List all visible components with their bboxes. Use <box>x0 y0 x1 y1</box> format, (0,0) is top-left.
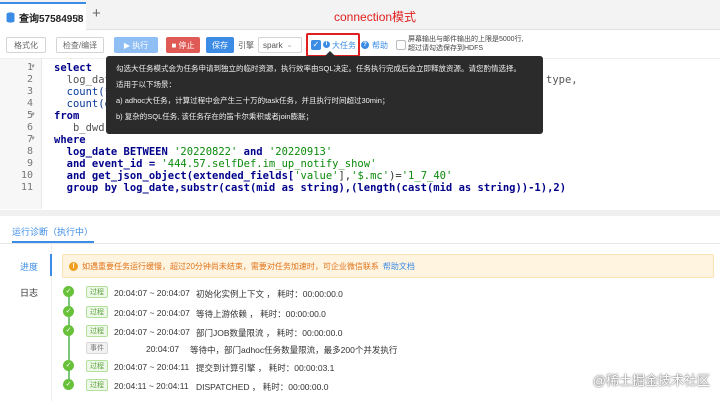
code-token: and event_id = <box>54 158 162 170</box>
tab-run-diagnosis[interactable]: 运行诊断（执行中） <box>12 225 93 238</box>
sidebar-item-progress[interactable]: 进度 <box>20 260 38 273</box>
log-tag: 过程 <box>86 306 108 318</box>
code-string: 'value' <box>294 170 339 182</box>
line-number: 8 <box>26 146 33 157</box>
sidebar-item-log[interactable]: 日志 <box>20 286 38 299</box>
log-tag: 过程 <box>86 325 108 337</box>
line-number: 4 <box>26 98 33 109</box>
help-icon[interactable]: ? <box>361 41 369 49</box>
bigtask-tooltip: 勾选大任务模式会为任务申请到独立的临时资源，执行效率由SQL决定。任务执行完成后… <box>106 56 543 134</box>
format-button[interactable]: 格式化 <box>6 37 46 53</box>
code-string: '1_7_40' <box>401 170 453 182</box>
database-icon <box>6 11 15 23</box>
add-tab-icon[interactable]: + <box>92 5 101 22</box>
close-icon[interactable]: × <box>74 12 80 23</box>
bigtask-checkbox[interactable]: ✓ <box>311 40 321 50</box>
log-time: 20:04:07 ~ 20:04:07 <box>114 288 190 298</box>
check-circle-icon: ✓ <box>63 379 74 390</box>
hdfs-checkbox[interactable] <box>396 40 406 50</box>
engine-label: 引擎 <box>238 41 254 50</box>
line-number: 10 <box>20 170 33 181</box>
fold-arrow-icon[interactable]: ▼ <box>30 112 36 118</box>
code-string: '444.57.selfDef.im_up_notify_show' <box>161 158 377 170</box>
code-line-8: log_date BETWEEN '20220822' and '2022091… <box>54 146 333 158</box>
log-time: 20:04:07 ~ 20:04:11 <box>114 362 190 372</box>
line-number: 9 <box>26 158 33 169</box>
code-token: log_date BETWEEN <box>54 146 175 158</box>
help-link[interactable]: 帮助 <box>372 40 388 51</box>
chevron-down-icon: ⌄ <box>286 42 293 49</box>
check-circle-icon: ✓ <box>63 360 74 371</box>
log-tag: 过程 <box>86 286 108 298</box>
log-message: 等待上游依赖 ， 耗时：00:00:00.0 <box>196 309 326 319</box>
hdfs-label: 屏幕输出与邮件输出的上限是5000行,超过请勾选保存到HDFS <box>408 36 524 52</box>
code-token: and get_json_object(extended_fields[ <box>54 170 295 182</box>
tooltip-text: 勾选大任务模式会为任务申请到独立的临时资源，执行效率由SQL决定。任务执行完成后… <box>116 64 522 73</box>
code-line-7: where <box>54 134 86 146</box>
notice-text: 如遇重要任务运行缓慢，超过20分钟尚未结束，需要对任务加速时，可企业微信联系 <box>82 261 379 271</box>
bigtask-label[interactable]: 大任务 <box>332 40 356 51</box>
engine-select[interactable]: spark ⌄ <box>258 37 302 53</box>
active-indicator <box>50 254 52 276</box>
log-message: 初始化实例上下文 ， 耗时：00:00:00.0 <box>196 289 343 299</box>
code-line-9: and event_id = '444.57.selfDef.im_up_not… <box>54 158 377 170</box>
line-number: 6 <box>26 122 33 133</box>
log-time: 20:04:11 ~ 20:04:11 <box>114 381 189 391</box>
code-string: '$.mc' <box>351 170 390 182</box>
log-time: 20:04:07 ~ 20:04:07 <box>114 327 190 337</box>
tooltip-text: b) 复杂的SQL任务, 该任务存在的笛卡尔乘积或者join膨胀； <box>116 112 314 121</box>
line-number: 11 <box>20 182 33 193</box>
code-string: '20220822' <box>174 146 238 158</box>
info-icon: i <box>323 41 330 48</box>
log-message: 等待中，部门adhoc任务数量限流，最多200个并发执行 <box>190 345 398 355</box>
log-tag: 过程 <box>86 379 108 391</box>
fold-arrow-icon[interactable]: ▼ <box>30 136 36 142</box>
check-circle-icon: ✓ <box>63 325 74 336</box>
log-time: 20:04:07 <box>146 344 180 354</box>
code-line-10: and get_json_object(extended_fields['val… <box>54 170 453 182</box>
code-token: ], <box>338 170 352 182</box>
slow-task-notice: ! 如遇重要任务运行缓慢，超过20分钟尚未结束，需要对任务加速时，可企业微信联系… <box>62 254 714 278</box>
line-number: 3 <box>26 86 33 97</box>
watermark: @稀土掘金技术社区 <box>592 373 710 388</box>
run-button[interactable]: ▶ 执行 <box>114 37 158 53</box>
connection-annotation: connection模式 <box>334 10 417 24</box>
query-tab[interactable]: 查询57584958 × <box>0 2 86 30</box>
warning-icon: ! <box>69 261 78 271</box>
panel-tabs: 运行诊断（执行中） <box>0 216 720 244</box>
code-line-5: from <box>54 110 80 122</box>
check-circle-icon: ✓ <box>63 306 74 317</box>
fold-arrow-icon[interactable]: ▼ <box>30 64 36 70</box>
line-number-gutter: 1 2 3 4 5 6 7 8 9 10 11 ▼ ▼ ▼ <box>0 59 42 209</box>
tab-underline <box>12 241 94 243</box>
log-message: DISPATCHED ， 耗时：00:00:00.0 <box>196 382 329 392</box>
line-number: 2 <box>26 74 33 85</box>
panel-sidebar: 进度 日志 <box>0 244 52 401</box>
log-message: 提交到计算引擎 ， 耗时：00:00:03.1 <box>196 363 335 373</box>
code-line-11: group by log_date,substr(cast(mid as str… <box>54 182 567 194</box>
check-compile-button[interactable]: 检查/编译 <box>56 37 104 53</box>
help-doc-link[interactable]: 帮助文档 <box>383 261 415 272</box>
tooltip-text: 适用于以下场景： <box>116 80 176 89</box>
engine-value: spark <box>263 40 283 50</box>
tooltip-text: a) adhoc大任务，计算过程中会产生三十万的task任务，并且执行时间超过3… <box>116 96 390 105</box>
log-tag: 过程 <box>86 360 108 372</box>
log-tag: 事件 <box>86 342 108 354</box>
code-token: and <box>237 146 269 158</box>
code-line-1: select <box>54 62 92 74</box>
log-message: 部门JOB数量限流 ， 耗时：00:00:00.0 <box>196 328 343 338</box>
log-time: 20:04:07 ~ 20:04:07 <box>114 308 190 318</box>
save-button[interactable]: 保存 <box>206 37 234 53</box>
stop-button[interactable]: ■ 停止 <box>166 37 200 53</box>
code-line-2-tail: type, <box>546 74 578 86</box>
code-token: )= <box>389 170 402 182</box>
tab-bar: 查询57584958 × + connection模式 <box>0 0 720 30</box>
check-circle-icon: ✓ <box>63 286 74 297</box>
code-string: '20220913' <box>268 146 333 158</box>
